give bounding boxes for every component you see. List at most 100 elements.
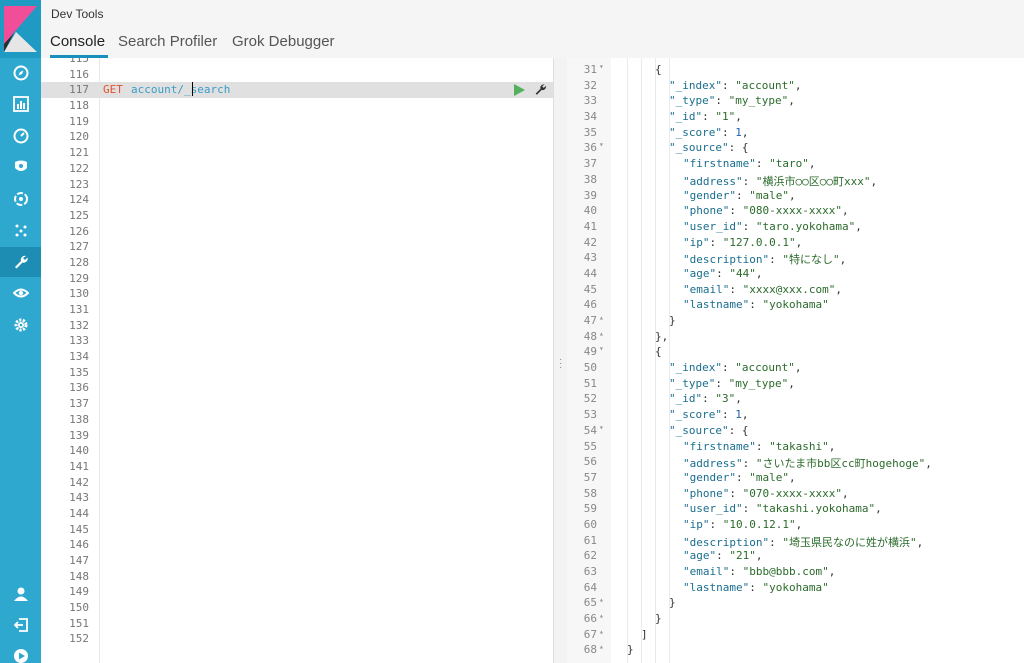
request-line[interactable]: 143 bbox=[41, 490, 553, 506]
request-editor[interactable]: 115 116 117 GET account/_search 118 119 120 121 1… bbox=[41, 58, 554, 663]
fold-toggle-icon[interactable]: ▴ bbox=[599, 627, 604, 636]
request-line[interactable]: 136 bbox=[41, 380, 553, 396]
line-number: 119 bbox=[69, 114, 89, 128]
response-code: "description": "埼玉県民なのに姓が横浜", bbox=[683, 535, 924, 549]
line-number: 130 bbox=[69, 287, 89, 301]
request-line[interactable]: 126 bbox=[41, 224, 553, 240]
request-line[interactable]: 124 bbox=[41, 192, 553, 208]
nav-gauge-button[interactable] bbox=[0, 121, 41, 151]
request-line[interactable]: 147 bbox=[41, 553, 553, 569]
line-number: 43 bbox=[583, 251, 597, 265]
nav-wrench-button[interactable] bbox=[0, 247, 41, 277]
response-code: { bbox=[655, 345, 662, 359]
resize-handle-icon: · · · bbox=[559, 354, 563, 373]
fold-toggle-icon[interactable]: ▴ bbox=[599, 329, 604, 338]
request-line[interactable]: 129 bbox=[41, 271, 553, 287]
nav-logout-button[interactable] bbox=[0, 610, 41, 640]
response-line: 34 "_id": "1", bbox=[567, 109, 1024, 125]
response-code: } bbox=[669, 596, 676, 610]
request-line[interactable]: 125 bbox=[41, 208, 553, 224]
request-line[interactable]: 146 bbox=[41, 537, 553, 553]
line-number: 32 bbox=[583, 78, 597, 92]
fold-toggle-icon[interactable]: ▾ bbox=[599, 344, 604, 353]
request-line[interactable]: 148 bbox=[41, 569, 553, 585]
request-line[interactable]: 131 bbox=[41, 302, 553, 318]
request-line[interactable]: 140 bbox=[41, 443, 553, 459]
request-line[interactable]: 128 bbox=[41, 255, 553, 271]
response-editor[interactable]: 31 ▾{32 "_index": "account", 33 "_type": "my… bbox=[567, 58, 1024, 663]
line-number: 137 bbox=[69, 397, 89, 411]
request-line[interactable]: 139 bbox=[41, 428, 553, 444]
pane-resizer[interactable]: · · · bbox=[554, 58, 567, 663]
request-line[interactable]: 130 bbox=[41, 286, 553, 302]
request-line[interactable]: 142 bbox=[41, 475, 553, 491]
response-line: 63 "email": "bbb@bbb.com", bbox=[567, 564, 1024, 580]
line-number: 139 bbox=[69, 428, 89, 442]
request-line[interactable]: 116 bbox=[41, 67, 553, 83]
kibana-logo[interactable] bbox=[0, 0, 41, 58]
nav-user-button[interactable] bbox=[0, 579, 41, 609]
request-line[interactable]: 119 bbox=[41, 114, 553, 130]
nav-play-button[interactable] bbox=[0, 641, 41, 663]
request-line[interactable]: 117 GET account/_search bbox=[41, 82, 553, 99]
nav-compass-button[interactable] bbox=[0, 58, 41, 88]
request-line[interactable]: 133 bbox=[41, 333, 553, 349]
wrench-icon[interactable] bbox=[534, 83, 547, 96]
response-code: ] bbox=[641, 627, 648, 641]
line-number: 138 bbox=[69, 412, 89, 426]
request-line[interactable]: 149 bbox=[41, 584, 553, 600]
request-line[interactable]: 122 bbox=[41, 161, 553, 177]
line-number: 122 bbox=[69, 161, 89, 175]
request-line[interactable]: 144 bbox=[41, 506, 553, 522]
response-code: "_id": "1", bbox=[669, 110, 742, 124]
request-line[interactable]: 121 bbox=[41, 145, 553, 161]
fold-toggle-icon[interactable]: ▾ bbox=[599, 62, 604, 71]
fold-toggle-icon[interactable]: ▴ bbox=[599, 313, 604, 322]
line-number: 145 bbox=[69, 522, 89, 536]
nav-graph-button[interactable] bbox=[0, 215, 41, 245]
line-number: 40 bbox=[583, 204, 597, 218]
request-line[interactable]: 120 bbox=[41, 129, 553, 145]
request-line[interactable]: 145 bbox=[41, 522, 553, 538]
request-line[interactable]: 138 bbox=[41, 412, 553, 428]
request-line[interactable]: 127 bbox=[41, 239, 553, 255]
request-line[interactable]: 123 bbox=[41, 177, 553, 193]
fold-toggle-icon[interactable]: ▴ bbox=[599, 595, 604, 604]
line-number: 132 bbox=[69, 318, 89, 332]
nav-eye-button[interactable] bbox=[0, 278, 41, 308]
fold-toggle-icon[interactable]: ▴ bbox=[599, 642, 604, 651]
line-number: 51 bbox=[583, 376, 597, 390]
request-line[interactable]: 152 bbox=[41, 631, 553, 647]
request-line[interactable]: 150 bbox=[41, 600, 553, 616]
line-number: 142 bbox=[69, 475, 89, 489]
request-line[interactable]: 132 bbox=[41, 318, 553, 334]
nav-shield-button[interactable] bbox=[0, 152, 41, 182]
tab-console[interactable]: Console bbox=[50, 33, 105, 50]
line-number: 58 bbox=[583, 486, 597, 500]
timelion-icon bbox=[13, 192, 28, 206]
tab-search-profiler[interactable]: Search Profiler bbox=[118, 33, 217, 50]
response-line: 44 "age": "44", bbox=[567, 266, 1024, 282]
request-line[interactable]: 135 bbox=[41, 365, 553, 381]
play-icon[interactable] bbox=[513, 84, 525, 97]
user-icon bbox=[13, 587, 28, 601]
request-line[interactable]: 115 bbox=[41, 58, 553, 67]
line-number: 66 bbox=[583, 612, 597, 626]
fold-toggle-icon[interactable]: ▾ bbox=[599, 423, 604, 432]
response-code: "email": "xxxx@xxx.com", bbox=[683, 282, 842, 296]
nav-gear-button[interactable] bbox=[0, 310, 41, 340]
fold-toggle-icon[interactable]: ▾ bbox=[599, 140, 604, 149]
response-code: "address": "横浜市○○区○○町xxx", bbox=[683, 174, 878, 188]
tab-grok-debugger[interactable]: Grok Debugger bbox=[232, 33, 335, 50]
line-number: 127 bbox=[69, 240, 89, 254]
request-line[interactable]: 134 bbox=[41, 349, 553, 365]
request-line[interactable]: 118 bbox=[41, 98, 553, 114]
request-line[interactable]: 137 bbox=[41, 396, 553, 412]
response-code: "_type": "my_type", bbox=[669, 94, 795, 108]
nav-timelion-button[interactable] bbox=[0, 184, 41, 214]
fold-toggle-icon[interactable]: ▴ bbox=[599, 611, 604, 620]
nav-bar-chart-button[interactable] bbox=[0, 89, 41, 119]
request-line[interactable]: 141 bbox=[41, 459, 553, 475]
line-number: 54 bbox=[583, 423, 597, 437]
request-line[interactable]: 151 bbox=[41, 616, 553, 632]
